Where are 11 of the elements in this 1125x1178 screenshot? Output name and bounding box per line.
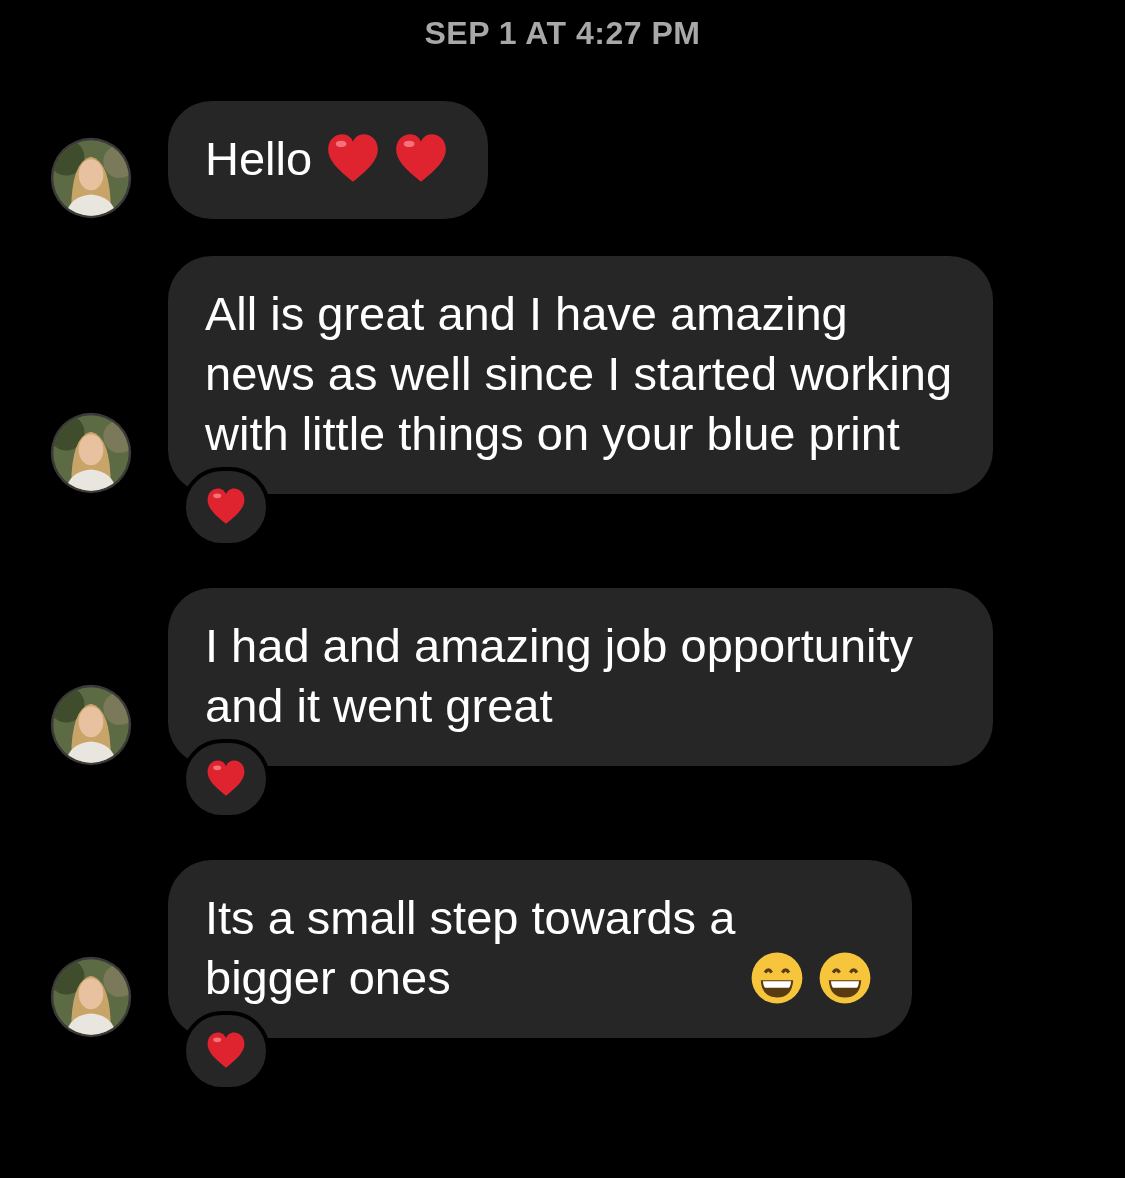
message-text: All is great and I have amazing news as well since I started working with little things on your blue print bbox=[205, 286, 953, 462]
message-text: Its a small step towards a bigger ones bbox=[205, 890, 736, 1006]
grinning-emoji-icon bbox=[750, 951, 804, 1005]
grinning-emoji-icon bbox=[818, 951, 872, 1005]
timestamp: SEP 1 AT 4:27 PM bbox=[424, 14, 701, 53]
avatar[interactable] bbox=[50, 684, 132, 766]
message-text: Hello bbox=[205, 131, 313, 187]
avatar[interactable] bbox=[50, 412, 132, 494]
message-text: I had and amazing job opportunity and it went great bbox=[205, 618, 915, 734]
avatar[interactable] bbox=[50, 137, 132, 219]
avatar[interactable] bbox=[50, 956, 132, 1038]
